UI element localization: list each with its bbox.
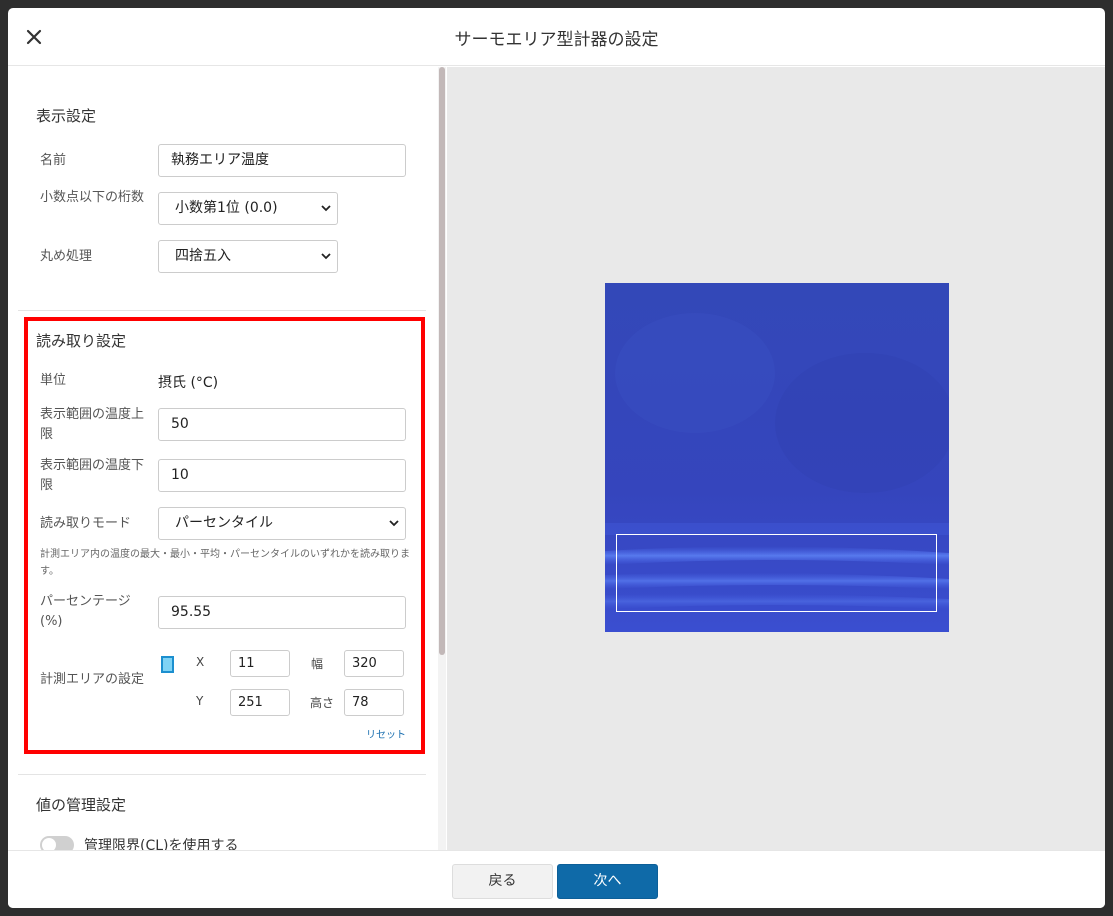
- name-label: 名前: [40, 153, 67, 168]
- x-input[interactable]: 11: [230, 650, 290, 677]
- upper-limit-label: 表示範囲の温度上限: [40, 407, 145, 442]
- decimals-label: 小数点以下の桁数: [40, 190, 145, 205]
- height-label: 高さ: [310, 696, 335, 710]
- percentage-input[interactable]: 95.55: [158, 596, 406, 629]
- unit-value: 摂氏 (°C): [158, 375, 219, 391]
- percentage-label: パーセンテージ(%): [40, 594, 131, 629]
- cl-toggle[interactable]: [40, 836, 74, 850]
- thermal-image[interactable]: [605, 283, 949, 632]
- rounding-select-value: 四捨五入: [175, 248, 231, 264]
- preview-pane: [447, 67, 1105, 850]
- back-button[interactable]: 戻る: [452, 864, 553, 899]
- upper-limit-input[interactable]: 50: [158, 408, 406, 441]
- name-input[interactable]: 執務エリア温度: [158, 144, 406, 177]
- width-label: 幅: [311, 657, 324, 671]
- y-label: Y: [196, 694, 204, 708]
- read-mode-note: 計測エリア内の温度の最大・最小・平均・パーセンタイルのいずれかを読み取ります。: [40, 549, 410, 577]
- settings-form-pane[interactable]: 表示設定 名前 執務エリア温度 小数点以下の桁数 小数第1位 (0.0) 丸め処…: [8, 67, 447, 850]
- dialog-header: サーモエリア型計器の設定: [8, 8, 1105, 66]
- reset-link[interactable]: リセット: [366, 726, 406, 741]
- settings-dialog: サーモエリア型計器の設定 表示設定 名前 執務エリア温度 小数点以下の桁数 小数…: [8, 8, 1105, 908]
- y-input[interactable]: 251: [230, 689, 290, 716]
- lower-limit-input[interactable]: 10: [158, 459, 406, 492]
- chevron-down-icon: [321, 253, 331, 260]
- section-divider: [18, 774, 426, 775]
- read-mode-select-value: パーセンタイル: [175, 515, 273, 531]
- read-mode-select[interactable]: パーセンタイル: [158, 507, 406, 540]
- display-settings-heading: 表示設定: [36, 107, 97, 125]
- dialog-footer: 戻る 次へ: [8, 850, 1105, 908]
- toggle-knob: [42, 838, 56, 850]
- value-management-heading: 値の管理設定: [36, 796, 127, 814]
- lower-limit-label: 表示範囲の温度下限: [40, 458, 145, 493]
- measurement-area-box[interactable]: [616, 534, 937, 612]
- read-mode-label: 読み取りモード: [40, 516, 132, 531]
- rounding-label: 丸め処理: [40, 249, 93, 264]
- chevron-down-icon: [389, 520, 399, 527]
- decimals-select-value: 小数第1位 (0.0): [175, 200, 278, 216]
- scrollbar-thumb[interactable]: [439, 67, 445, 655]
- chevron-down-icon: [321, 205, 331, 212]
- unit-label: 単位: [40, 373, 67, 388]
- height-input[interactable]: 78: [344, 689, 404, 716]
- read-settings-heading: 読み取り設定: [36, 332, 127, 350]
- dialog-title: サーモエリア型計器の設定: [454, 30, 659, 50]
- scrollbar[interactable]: [438, 67, 446, 850]
- rounding-select[interactable]: 四捨五入: [158, 240, 338, 273]
- next-button[interactable]: 次へ: [557, 864, 658, 899]
- area-setting-label: 計測エリアの設定: [40, 672, 145, 687]
- x-label: X: [196, 655, 205, 669]
- cl-toggle-label: 管理限界(CL)を使用する: [84, 838, 239, 850]
- decimals-select[interactable]: 小数第1位 (0.0): [158, 192, 338, 225]
- area-select-icon[interactable]: [161, 656, 174, 673]
- width-input[interactable]: 320: [344, 650, 404, 677]
- section-divider: [18, 310, 426, 311]
